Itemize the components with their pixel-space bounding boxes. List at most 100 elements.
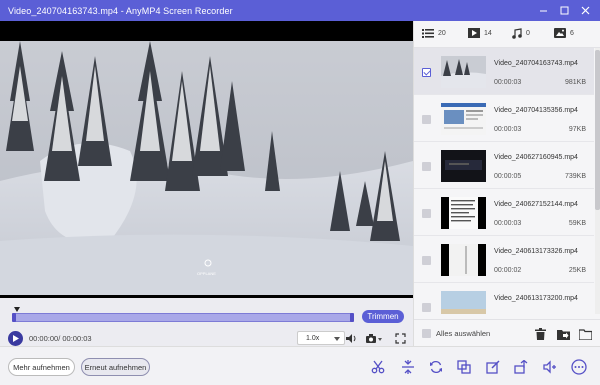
item-size: 25KB <box>568 267 586 274</box>
close-icon <box>581 6 590 15</box>
image-icon <box>554 28 566 38</box>
more-tools-button[interactable] <box>568 356 590 378</box>
snapshot-button[interactable] <box>364 331 384 345</box>
item-size: 981KB <box>564 79 586 86</box>
title-bar: Video_240704163743.mp4 - AnyMP4 Screen R… <box>0 0 600 21</box>
item-thumbnail <box>441 291 486 314</box>
file-list: Video_240704163743.mp4 00:00:03 981KB Vi… <box>414 48 600 314</box>
list-item[interactable]: Video_240613173200.mp4 <box>414 283 594 314</box>
item-size: 59KB <box>568 220 586 227</box>
record-again-button[interactable]: Erneut aufnehmen <box>81 358 150 376</box>
time-display: 00:00:00/ 00:00:03 <box>29 334 92 343</box>
window-title: Video_240704163743.mp4 - AnyMP4 Screen R… <box>8 5 233 16</box>
refresh-icon <box>430 360 442 374</box>
item-checkbox[interactable] <box>422 68 431 77</box>
trim-end-handle[interactable] <box>350 313 354 322</box>
item-thumbnail <box>441 197 486 229</box>
fullscreen-button[interactable] <box>393 331 407 345</box>
copy-icon <box>457 360 471 374</box>
item-checkbox[interactable] <box>422 303 431 312</box>
list-icon <box>422 29 434 38</box>
playhead-marker[interactable] <box>14 307 20 312</box>
item-size: 97KB <box>568 126 586 133</box>
select-all-label[interactable]: Alles auswählen <box>436 329 490 338</box>
close-button[interactable] <box>575 0 596 21</box>
maximize-icon <box>560 6 569 15</box>
maximize-button[interactable] <box>554 0 575 21</box>
delete-button[interactable] <box>532 326 548 342</box>
speed-select[interactable]: 1.0x <box>297 331 345 345</box>
tab-images[interactable]: 6 <box>554 28 574 38</box>
item-filename: Video_240627152144.mp4 <box>494 201 578 208</box>
list-scrollbar[interactable] <box>595 48 600 314</box>
item-filename: Video_240704135356.mp4 <box>494 107 578 114</box>
tab-count: 20 <box>438 29 446 37</box>
trim-start-handle[interactable] <box>12 313 16 322</box>
edit-tool-button[interactable] <box>482 356 504 378</box>
record-more-button[interactable]: Mehr aufnehmen <box>8 358 75 376</box>
tab-videos[interactable]: 14 <box>468 28 492 38</box>
item-filename: Video_240627160945.mp4 <box>494 154 578 161</box>
video-icon <box>468 28 480 38</box>
share-icon <box>514 360 528 374</box>
scissors-icon <box>371 360 385 374</box>
timeline[interactable] <box>12 307 354 324</box>
speed-value: 1.0x <box>306 334 320 342</box>
scrollbar-thumb[interactable] <box>595 50 600 210</box>
camera-icon <box>366 333 382 343</box>
trim-button[interactable]: Trimmen <box>362 310 404 323</box>
merge-tool-button[interactable] <box>397 356 419 378</box>
tab-count: 14 <box>484 29 492 37</box>
item-duration: 00:00:03 <box>494 126 522 133</box>
media-library: 20 14 0 6 Video_240704163743.mp4 00:00:0… <box>413 21 600 346</box>
list-item[interactable]: Video_240627160945.mp4 00:00:05 739KB <box>414 142 594 189</box>
item-duration: 00:00:05 <box>494 173 522 180</box>
list-item[interactable]: Video_240704135356.mp4 00:00:03 97KB <box>414 95 594 142</box>
item-thumbnail <box>441 244 486 276</box>
preview-panel: OPPLANE Trimmen 00:00:00/ 00:00:03 1.0x <box>0 21 413 346</box>
open-folder-button[interactable] <box>577 326 593 342</box>
item-thumbnail <box>441 103 486 135</box>
item-filename: Video_240704163743.mp4 <box>494 60 578 67</box>
clip-tool-button[interactable] <box>367 356 389 378</box>
item-checkbox[interactable] <box>422 209 431 218</box>
compress-tool-button[interactable] <box>453 356 475 378</box>
item-checkbox[interactable] <box>422 256 431 265</box>
tab-audio[interactable]: 0 <box>512 28 530 39</box>
video-preview[interactable]: OPPLANE <box>0 21 413 298</box>
item-thumbnail <box>441 56 486 88</box>
volume-plus-icon <box>543 360 556 374</box>
bottom-toolbar: Mehr aufnehmen Erneut aufnehmen <box>0 346 600 385</box>
list-item[interactable]: Video_240704163743.mp4 00:00:03 981KB <box>414 48 594 95</box>
list-item[interactable]: Video_240613173326.mp4 00:00:02 25KB <box>414 236 594 283</box>
media-type-tabs: 20 14 0 6 <box>414 21 600 48</box>
item-size: 739KB <box>564 173 586 180</box>
transport-row: 00:00:00/ 00:00:03 1.0x <box>8 331 408 347</box>
edit-icon <box>486 360 500 374</box>
video-overlay-label: OPPLANE <box>197 271 216 276</box>
tab-count: 6 <box>570 29 574 37</box>
item-duration: 00:00:03 <box>494 220 522 227</box>
play-button[interactable] <box>8 331 23 346</box>
audio-tool-button[interactable] <box>539 356 561 378</box>
video-frame <box>0 41 413 295</box>
list-item[interactable]: Video_240627152144.mp4 00:00:03 59KB <box>414 189 594 236</box>
item-checkbox[interactable] <box>422 162 431 171</box>
convert-tool-button[interactable] <box>425 356 447 378</box>
folder-icon <box>578 329 592 340</box>
trash-icon <box>534 328 546 340</box>
minimize-button[interactable] <box>533 0 554 21</box>
trim-range[interactable] <box>12 313 354 322</box>
item-filename: Video_240613173200.mp4 <box>494 295 578 302</box>
volume-icon <box>346 333 356 343</box>
folder-export-icon <box>556 330 570 340</box>
play-icon <box>13 335 19 342</box>
volume-button[interactable] <box>344 331 358 345</box>
item-checkbox[interactable] <box>422 115 431 124</box>
share-tool-button[interactable] <box>510 356 532 378</box>
select-all-checkbox[interactable] <box>422 329 431 338</box>
tab-all[interactable]: 20 <box>422 28 446 38</box>
merge-icon <box>402 360 414 374</box>
minimize-icon <box>540 10 547 12</box>
export-button[interactable] <box>555 326 571 342</box>
